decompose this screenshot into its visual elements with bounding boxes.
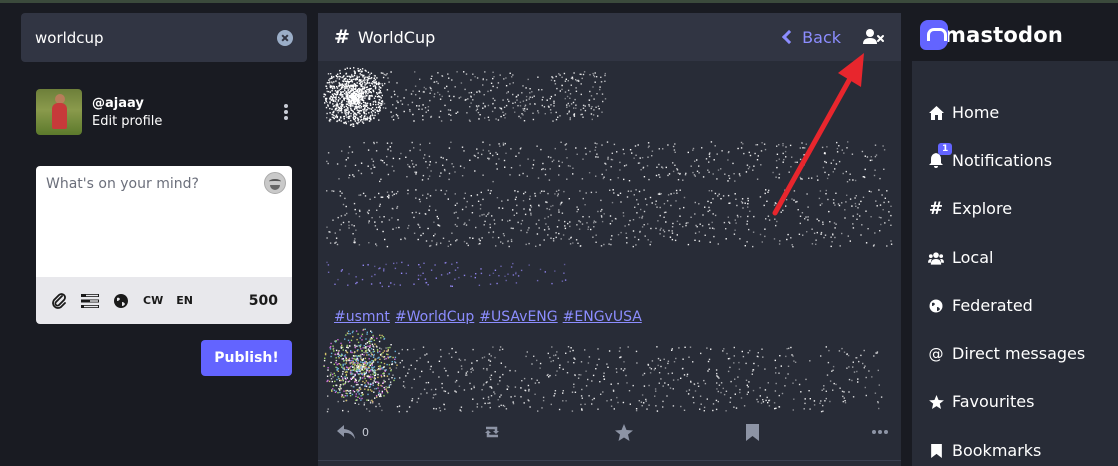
- reply-count: 0: [362, 425, 369, 439]
- profile-handle[interactable]: @ajaay: [92, 96, 284, 111]
- hash-icon: #: [928, 198, 944, 219]
- star-icon: [928, 394, 944, 410]
- avatar[interactable]: [36, 89, 82, 135]
- search-bar[interactable]: worldcup: [21, 13, 307, 62]
- star-icon: [615, 423, 633, 441]
- composer-toolbar: CW EN 500: [36, 277, 292, 324]
- post-hashtags: #usmnt #WorldCup #USAvENG #ENGvUSA: [334, 309, 642, 325]
- nav-label: Bookmarks: [952, 441, 1042, 460]
- nav-label: Direct messages: [952, 344, 1086, 363]
- bookmark-icon: [746, 423, 759, 441]
- visibility-globe-icon[interactable]: [112, 292, 130, 310]
- nav-federated[interactable]: Federated: [928, 296, 1033, 315]
- poll-icon[interactable]: [81, 292, 99, 310]
- reply-button[interactable]: 0: [336, 424, 369, 440]
- search-input[interactable]: worldcup: [35, 29, 277, 47]
- edit-profile-link[interactable]: Edit profile: [92, 114, 284, 129]
- hashtag-link[interactable]: #USAvENG: [479, 309, 557, 325]
- boost-icon: [485, 426, 499, 438]
- favourite-button[interactable]: [615, 423, 633, 441]
- emoji-picker-icon[interactable]: [264, 172, 286, 194]
- hashtag-icon: #: [334, 26, 350, 48]
- nav-label: Explore: [952, 199, 1013, 218]
- more-options-icon[interactable]: [284, 104, 288, 120]
- publish-button[interactable]: Publish!: [201, 340, 292, 376]
- more-actions-button[interactable]: [872, 430, 888, 434]
- globe-icon: [928, 298, 944, 314]
- brand-name: mastodon: [944, 23, 1064, 47]
- mastodon-logo[interactable]: mastodon: [920, 20, 1063, 50]
- nav-favourites[interactable]: Favourites: [928, 392, 1034, 411]
- character-counter: 500: [248, 292, 278, 309]
- nav-direct-messages[interactable]: @ Direct messages: [928, 344, 1086, 363]
- nav-bookmarks[interactable]: Bookmarks: [928, 441, 1041, 460]
- nav-label: Favourites: [952, 392, 1035, 411]
- bookmark-button[interactable]: [746, 423, 759, 441]
- back-label: Back: [802, 27, 841, 47]
- content-warning-button[interactable]: CW: [143, 294, 163, 307]
- at-icon: @: [928, 344, 944, 363]
- compose-column: worldcup @ajaay Edit profile What's on y…: [21, 13, 307, 376]
- home-icon: [928, 105, 944, 121]
- profile-card: @ajaay Edit profile: [36, 89, 292, 135]
- notification-badge: 1: [938, 142, 953, 155]
- composer: What's on your mind? CW EN 500: [36, 166, 292, 324]
- annotation-arrow: [772, 53, 864, 216]
- boost-button[interactable]: [482, 424, 502, 440]
- divider: [318, 460, 901, 461]
- nav-label: Federated: [952, 296, 1033, 315]
- compose-placeholder: What's on your mind?: [46, 176, 199, 192]
- ellipsis-icon: [872, 430, 888, 434]
- back-button[interactable]: Back: [780, 28, 841, 47]
- nav-explore[interactable]: # Explore: [928, 198, 1013, 219]
- nav-label: Home: [952, 103, 1000, 122]
- mastodon-logo-icon: [920, 20, 948, 50]
- main-navigation: Home 1 Notifications # Explore Local Fed…: [912, 61, 1118, 466]
- users-icon: [928, 250, 944, 266]
- language-button[interactable]: EN: [176, 294, 193, 307]
- bell-icon: 1: [928, 142, 953, 169]
- reply-icon: [337, 425, 355, 439]
- nav-label: Local: [952, 248, 994, 267]
- nav-home[interactable]: Home: [928, 103, 999, 122]
- nav-notifications[interactable]: 1 Notifications: [928, 142, 1053, 170]
- top-border: [0, 0, 1118, 3]
- nav-label: Notifications: [952, 151, 1053, 170]
- hashtag-link[interactable]: #usmnt: [334, 309, 390, 325]
- chevron-left-icon: [782, 29, 797, 45]
- unfollow-hashtag-icon[interactable]: [863, 28, 885, 46]
- bookmark-icon: [928, 443, 944, 459]
- attach-icon[interactable]: [50, 292, 68, 310]
- hashtag-link[interactable]: #WorldCup: [395, 309, 474, 325]
- compose-textarea[interactable]: What's on your mind?: [36, 166, 292, 277]
- nav-local[interactable]: Local: [928, 248, 993, 267]
- clear-search-icon[interactable]: [277, 29, 293, 46]
- navigation-column: mastodon Home 1 Notifications # Explore …: [912, 13, 1118, 466]
- hashtag-link[interactable]: #ENGvUSA: [563, 309, 642, 325]
- post-action-bar: 0: [336, 417, 888, 447]
- column-title: WorldCup: [357, 27, 436, 47]
